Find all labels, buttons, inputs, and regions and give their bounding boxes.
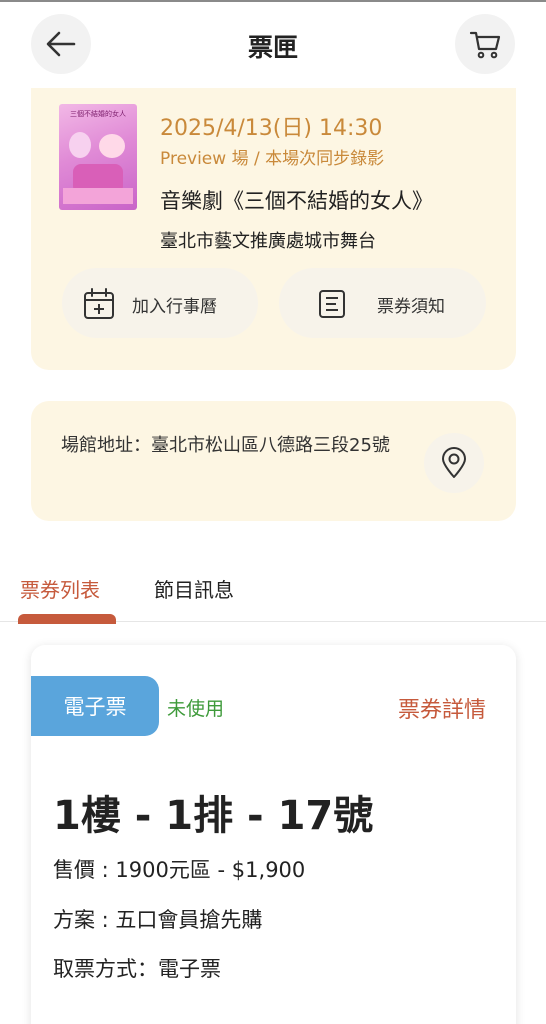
venue-address: 場館地址：臺北市松山區八德路三段25號	[61, 435, 390, 456]
add-calendar-button[interactable]: 加入行事曆	[62, 268, 258, 338]
ticket-notice-button[interactable]: 票券須知	[279, 268, 486, 338]
event-info-card: 三個不結婚的女人 2025/4/13(日) 14:30 Preview 場 / …	[31, 88, 516, 370]
calendar-add-icon	[84, 288, 114, 319]
venue-address-card: 場館地址：臺北市松山區八德路三段25號	[31, 401, 516, 521]
app-header: 票匣	[0, 0, 546, 90]
tab-program-info[interactable]: 節目訊息	[154, 574, 234, 603]
ticket-price: 售價 : 1900元區 - $1,900	[53, 858, 306, 882]
seat-number: 1樓 - 1排 - 17號	[53, 793, 374, 839]
ticket-plan: 方案 : 五口會員搶先購	[53, 908, 263, 932]
status-divider	[0, 0, 546, 2]
poster-title: 三個不結婚的女人	[70, 110, 126, 118]
active-tab-indicator	[18, 614, 116, 624]
add-calendar-label: 加入行事曆	[132, 297, 217, 317]
event-name: 音樂劇《三個不結婚的女人》	[160, 189, 433, 213]
ticket-card[interactable]: 電子票 未使用 票券詳情 1樓 - 1排 - 17號 售價 : 1900元區 -…	[31, 645, 516, 1024]
ticket-detail-link[interactable]: 票券詳情	[398, 692, 486, 724]
cart-icon	[469, 31, 501, 59]
event-poster[interactable]: 三個不結婚的女人	[59, 104, 137, 210]
tab-ticket-list[interactable]: 票券列表	[20, 574, 100, 603]
ticket-type-badge: 電子票	[31, 676, 159, 736]
ticket-pickup-method: 取票方式：電子票	[53, 957, 221, 981]
event-session-note: Preview 場 / 本場次同步錄影	[160, 149, 385, 169]
ticket-status: 未使用	[167, 698, 225, 720]
event-venue: 臺北市藝文推廣處城市舞台	[160, 231, 376, 252]
ticket-wallet-page: 票匣 三個不結婚的女人 2025/4/13(日) 14:30 Preview 場…	[0, 0, 546, 1024]
ticket-notice-label: 票券須知	[377, 297, 445, 317]
map-button[interactable]	[424, 433, 484, 493]
map-pin-icon	[442, 447, 466, 478]
cart-button[interactable]	[455, 14, 515, 74]
document-icon	[319, 290, 345, 318]
event-date-time: 2025/4/13(日) 14:30	[160, 116, 383, 141]
